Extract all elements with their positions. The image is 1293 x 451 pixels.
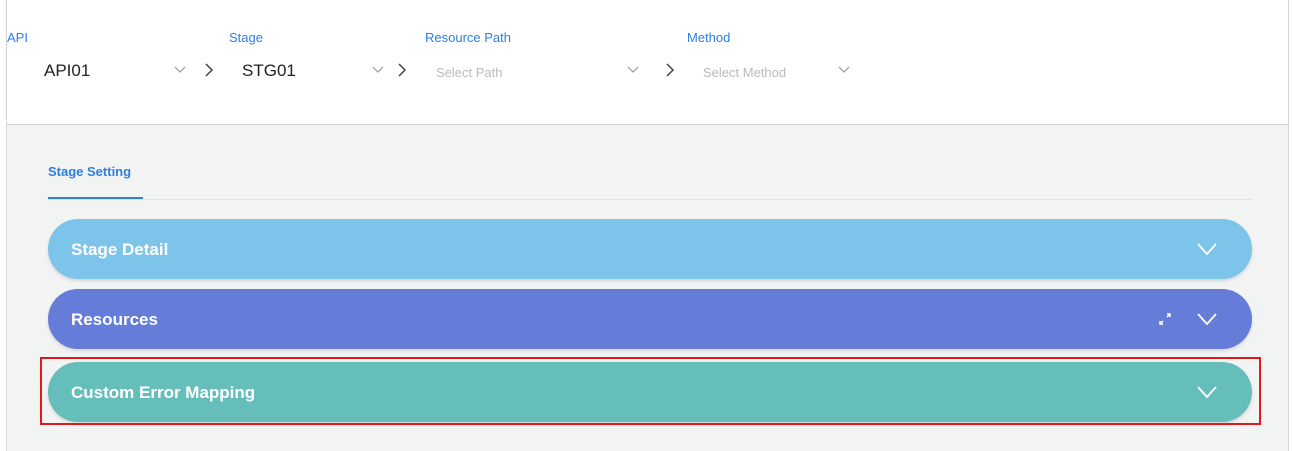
panel-title: Stage Detail — [71, 240, 169, 259]
chevron-down-icon — [838, 66, 850, 73]
panel-title: Resources — [71, 310, 158, 329]
method-placeholder: Select Method — [703, 65, 787, 80]
tab-divider — [48, 199, 1252, 200]
api-selector-value: API01 — [44, 61, 91, 80]
stage-detail-panel[interactable]: Stage Detail — [48, 219, 1252, 279]
tab-stage-setting[interactable]: Stage Setting — [48, 164, 131, 179]
stage-selector[interactable]: Stage STG01 — [217, 0, 407, 124]
method-selector-label: Method — [687, 30, 731, 45]
chevron-down-icon — [372, 66, 384, 73]
resource-path-selector-label: Resource Path — [425, 30, 511, 45]
stage-selector-label: Stage — [229, 30, 263, 45]
chevron-right-icon — [666, 63, 675, 77]
highlight-box — [40, 357, 1261, 425]
method-selector[interactable]: Method Select Method — [677, 0, 867, 124]
content-area: Stage Setting Stage Detail Resources Cus… — [7, 125, 1288, 451]
chevron-down-icon[interactable] — [1195, 307, 1219, 331]
api-selector[interactable]: API API01 — [7, 0, 217, 124]
chevron-right-icon — [205, 63, 214, 77]
resource-path-placeholder: Select Path — [436, 65, 503, 80]
expand-arrows-icon[interactable] — [1157, 311, 1173, 327]
chevron-down-icon — [174, 66, 186, 73]
chevron-down-icon — [627, 66, 639, 73]
resource-path-selector[interactable]: Resource Path Select Path — [407, 0, 667, 124]
selector-bar: API API01 Stage STG01 Resource Path Sele… — [7, 0, 1288, 125]
resources-panel[interactable]: Resources — [48, 289, 1252, 349]
api-selector-label: API — [7, 30, 28, 45]
stage-selector-value: STG01 — [242, 61, 296, 80]
chevron-down-icon[interactable] — [1195, 237, 1219, 261]
page-frame: API API01 Stage STG01 Resource Path Sele… — [6, 0, 1289, 451]
